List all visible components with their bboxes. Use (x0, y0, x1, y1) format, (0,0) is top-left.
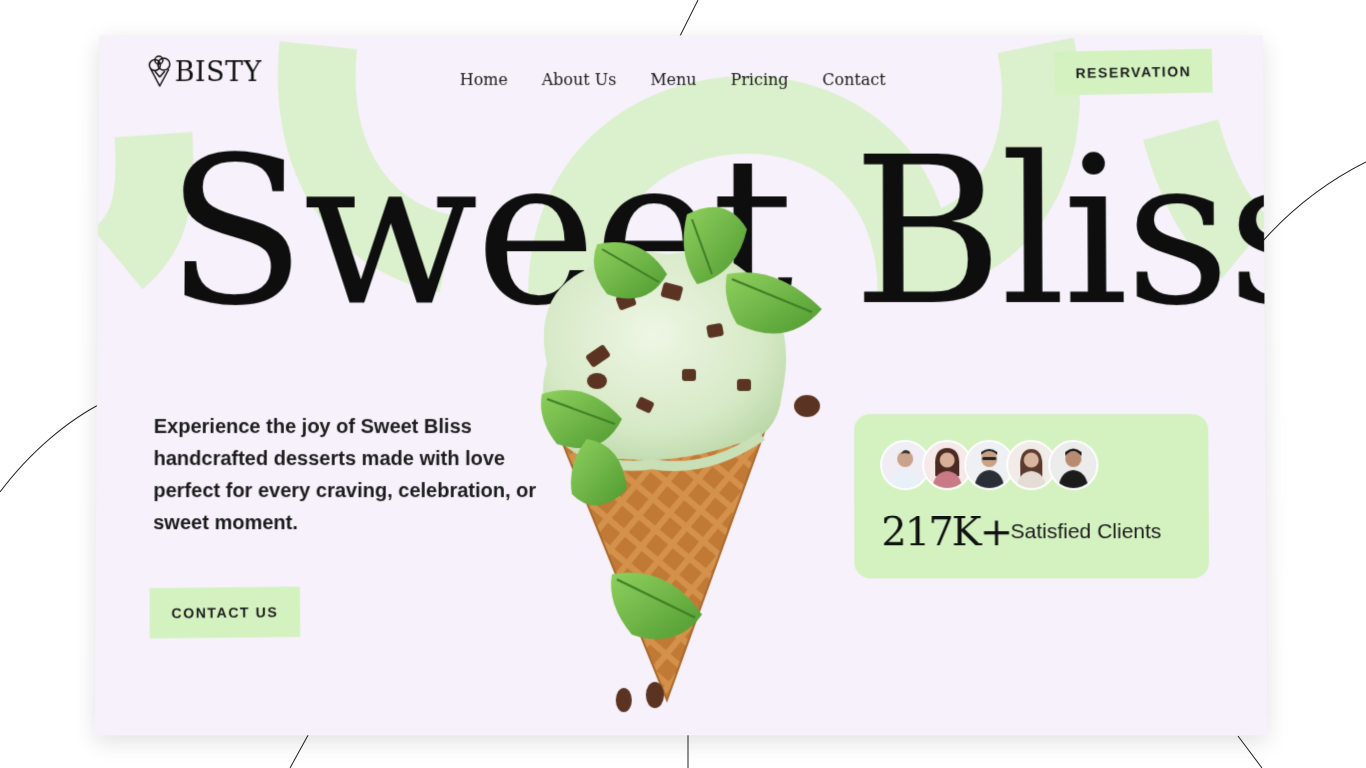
ice-cream-cone-image (540, 207, 823, 713)
brand-logo[interactable]: BISTY (147, 55, 262, 89)
brand-name: BISTY (174, 56, 262, 88)
client-avatars (880, 440, 1099, 491)
nav-home[interactable]: Home (460, 70, 508, 89)
stat-value: 217K+ (881, 509, 1012, 556)
person-icon (1050, 442, 1097, 489)
nav-menu[interactable]: Menu (650, 70, 696, 89)
nav-about-us[interactable]: About Us (542, 70, 617, 89)
nav-contact[interactable]: Contact (822, 70, 885, 89)
avatar (1048, 440, 1099, 491)
stat-label: Satisfied Clients (1010, 520, 1162, 544)
stats-card: 217K+ Satisfied Clients (854, 414, 1210, 579)
main-nav: Home About Us Menu Pricing Contact (460, 70, 886, 89)
ice-cream-icon (149, 55, 172, 88)
browser-viewport: BISTY Home About Us Menu Pricing Contact… (0, 0, 1366, 768)
nav-pricing[interactable]: Pricing (730, 70, 788, 89)
reservation-button[interactable]: RESERVATION (1054, 48, 1213, 96)
contact-us-button[interactable]: CONTACT US (149, 586, 301, 639)
landing-page: BISTY Home About Us Menu Pricing Contact… (94, 35, 1268, 736)
